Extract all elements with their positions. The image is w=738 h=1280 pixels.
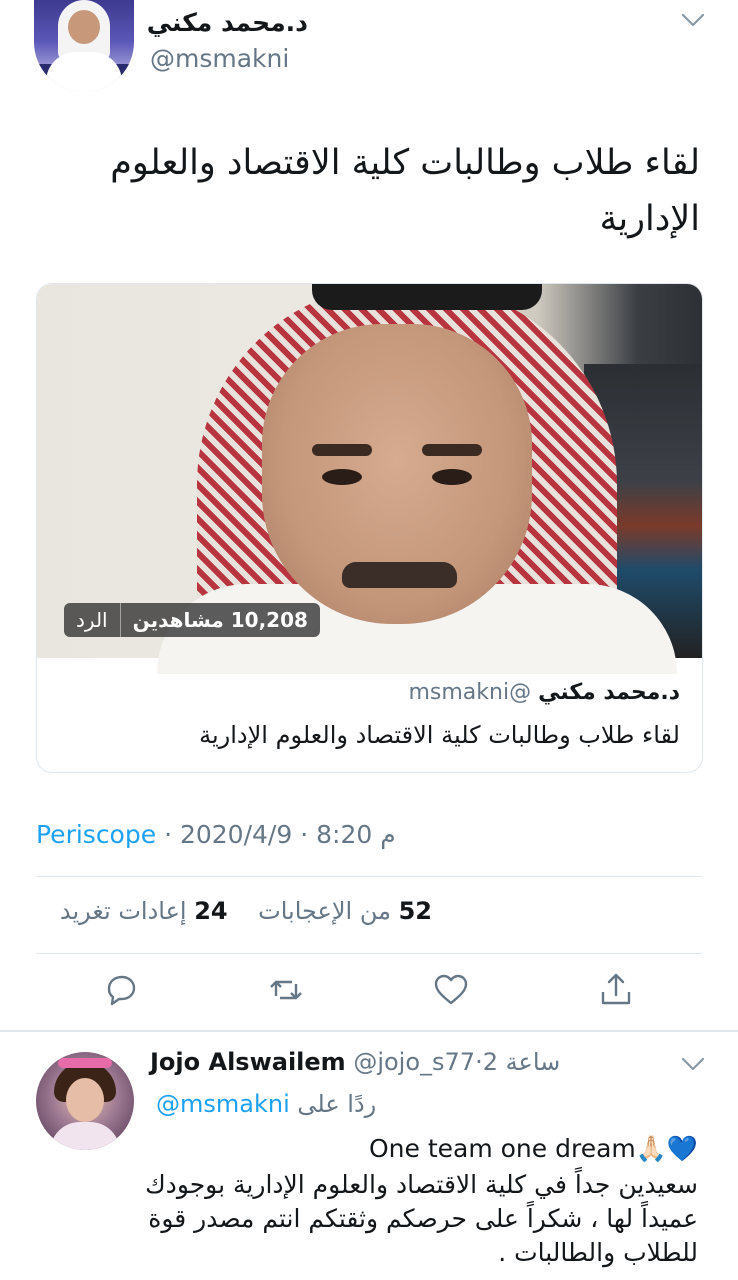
chevron-down-icon (681, 13, 705, 27)
tweet-menu-button[interactable] (680, 10, 706, 34)
divider (36, 876, 702, 877)
share-button[interactable] (596, 970, 636, 1010)
replying-to: @msmakni ردًا على (156, 1090, 376, 1118)
views-badge: 10,208 مشاهدين الرد (64, 603, 320, 637)
reply-author-name[interactable]: Jojo Alswailem (150, 1048, 346, 1076)
divider (36, 953, 702, 954)
tweet-meta: Periscope · 2020/4/9 · 8:20 م (36, 820, 396, 849)
retweets-count[interactable]: 24 (194, 897, 227, 925)
card-author: د.محمد مكني @msmakni (408, 680, 680, 705)
replying-to-handle[interactable]: @msmakni (156, 1090, 290, 1118)
reply-menu-button[interactable] (680, 1054, 706, 1078)
reply-time: 2 ساعة (482, 1048, 561, 1076)
author-avatar[interactable] (34, 0, 134, 92)
replay-label: الرد (76, 608, 108, 632)
reply-button[interactable] (101, 970, 141, 1010)
author-handle[interactable]: @msmakni (150, 44, 289, 73)
tweet-date: 2020/4/9 (179, 820, 293, 849)
reply-author-avatar[interactable] (36, 1052, 134, 1150)
like-icon (434, 974, 468, 1005)
replying-to-label: ردًا على (297, 1090, 377, 1118)
reply-text-line1: One team one dream🙏🏻💙 (368, 1134, 698, 1163)
reply-icon (107, 975, 136, 1006)
author-name[interactable]: د.محمد مكني (147, 8, 308, 37)
card-author-name: د.محمد مكني (538, 680, 680, 705)
view-count: 10,208 مشاهدين (132, 608, 308, 632)
reply-text: سعيدين جداً في كلية الاقتصاد والعلوم الإ… (145, 1170, 698, 1267)
tweet-time: 8:20 م (316, 820, 396, 849)
source-link[interactable]: Periscope (36, 820, 156, 849)
video-thumbnail[interactable]: 10,208 مشاهدين الرد (37, 284, 702, 674)
meta-separator: · (300, 820, 309, 849)
like-button[interactable] (431, 970, 471, 1010)
retweet-button[interactable] (266, 970, 306, 1010)
reply-separator: · (475, 1048, 483, 1076)
likes-count[interactable]: 52 (399, 897, 432, 925)
section-divider (0, 1030, 738, 1032)
chevron-down-icon (681, 1057, 705, 1071)
meta-separator: · (164, 820, 173, 849)
retweet-icon (270, 980, 302, 1000)
reply-header: Jojo Alswailem @jojo_s77·2 ساعة (150, 1048, 560, 1076)
tweet-stats: 52 من الإعجابات 24 إعادات تغريد (36, 897, 432, 925)
reply-author-handle[interactable]: @jojo_s77 (353, 1048, 475, 1076)
retweets-label[interactable]: إعادات تغريد (60, 897, 187, 925)
video-card[interactable]: 10,208 مشاهدين الرد د.محمد مكني @msmakni… (36, 283, 703, 773)
likes-label[interactable]: من الإعجابات (258, 897, 391, 925)
tweet-text: لقاء طلاب وطالبات كلية الاقتصاد والعلوم … (110, 143, 700, 239)
card-title: لقاء طلاب وطالبات كلية الاقتصاد والعلوم … (199, 721, 680, 749)
share-icon (601, 973, 631, 1005)
card-author-handle: @msmakni (408, 680, 532, 705)
